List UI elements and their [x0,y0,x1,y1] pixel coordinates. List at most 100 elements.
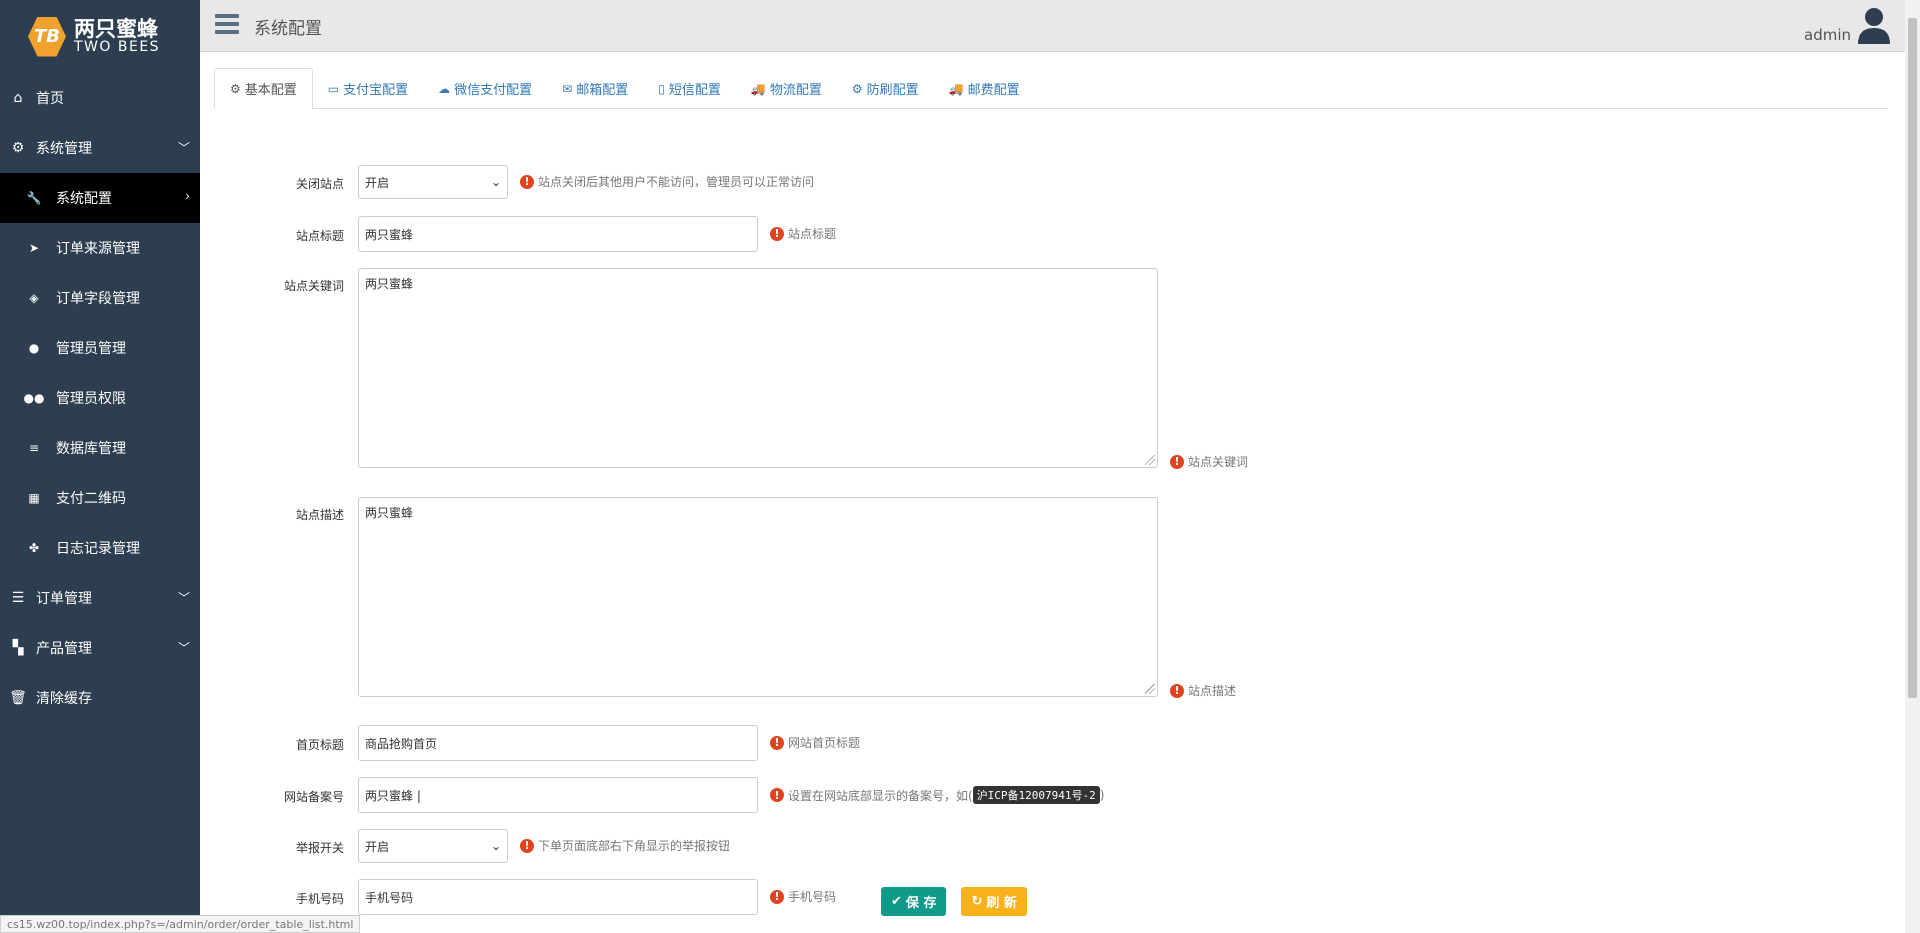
brand-name-en: TWO BEES [74,39,161,56]
sidebar-item-payment-qr[interactable]: ▦ 支付二维码 [0,473,200,523]
sidebar-item-database[interactable]: ≡ 数据库管理 [0,423,200,473]
sidebar-item-label: 管理员权限 [56,391,126,407]
sidebar-item-system-management[interactable]: ⚙ 系统管理 ﹀ [0,123,200,173]
form-row-close-site: 关闭站点 开启 ⌄ ! 站点关闭后其他用户不能访问，管理员可以正常访问 [200,165,814,199]
tab-anti-spam-config[interactable]: ⚙ 防刷配置 [837,68,934,109]
sidebar-item-order-management[interactable]: ☰ 订单管理 ﹀ [0,573,200,623]
sidebar-item-system-config[interactable]: 🔧 系统配置 › [0,173,200,223]
home-title-input[interactable]: 商品抢购首页 [358,725,758,761]
truck-icon: 🚚 [948,81,964,96]
chevron-right-icon: › [185,189,190,203]
site-keywords-label: 站点关键词 [283,279,344,293]
site-title-label: 站点标题 [295,229,344,243]
icp-label: 网站备案号 [283,790,344,804]
form-row-site-desc: 站点描述 两只蜜蜂 ! 站点描述 [200,497,1236,699]
sidebar-item-order-fields[interactable]: ◈ 订单字段管理 [0,273,200,323]
close-site-select[interactable]: 开启 ⌄ [358,165,508,199]
sidebar-item-label: 首页 [36,91,64,107]
sidebar-item-label: 系统管理 [36,141,92,157]
resize-handle-icon[interactable] [1145,455,1155,465]
tab-basic-config[interactable]: ⚙ 基本配置 [214,68,313,109]
logo[interactable]: TB 两只蜜蜂 TWO BEES [0,0,200,73]
check-circle-icon: ✔ [891,894,902,909]
tab-logistics-config[interactable]: 🚚 物流配置 [736,68,837,109]
site-desc-hint: ! 站点描述 [1170,682,1236,699]
tab-sms-config[interactable]: ▯ 短信配置 [643,68,736,109]
credit-card-icon: ▭ [327,81,340,96]
close-site-label: 关闭站点 [295,177,344,191]
sidebar-item-admin-permissions[interactable]: ●● 管理员权限 [0,373,200,423]
chevron-down-icon: ⌄ [490,175,501,189]
wrench-icon: 🔧 [26,191,42,205]
sidebar-item-product-management[interactable]: ▚ 产品管理 ﹀ [0,623,200,673]
sidebar-item-label: 日志记录管理 [56,541,140,557]
resize-handle-icon[interactable] [1145,684,1155,694]
tab-email-config[interactable]: ✉ 邮箱配置 [547,68,643,109]
warning-icon: ! [770,226,784,241]
form-row-site-title: 站点标题 两只蜜蜂 ! 站点标题 [200,216,836,252]
sidebar-item-order-source[interactable]: ➤ 订单来源管理 [0,223,200,273]
site-keywords-textarea[interactable]: 两只蜜蜂 [358,268,1158,468]
warning-icon: ! [1170,454,1184,469]
save-button[interactable]: ✔ 保 存 [881,887,947,916]
tab-postage-config[interactable]: 🚚 邮费配置 [934,68,1035,109]
tab-wechat-pay-config[interactable]: ☁ 微信支付配置 [423,68,547,109]
phone-input[interactable]: 手机号码 [358,879,758,915]
username: admin [1804,26,1851,44]
trash-icon: 🗑 [9,690,27,706]
form-row-site-keywords: 站点关键词 两只蜜蜂 ! 站点关键词 [200,268,1248,470]
sidebar-item-label: 产品管理 [36,641,92,657]
report-select[interactable]: 开启 ⌄ [358,829,508,863]
vertical-scrollbar[interactable] [1905,0,1920,933]
user-icon: ● [28,341,40,355]
warning-icon: ! [520,838,534,853]
chevron-down-icon: ﹀ [177,141,190,155]
warning-icon: ! [770,788,784,802]
icp-input[interactable]: 两只蜜蜂 | [358,777,758,813]
icp-hint: ! 设置在网站底部显示的备案号，如(沪ICP备12007941号-2) [770,786,1104,804]
mobile-icon: ▯ [658,81,665,96]
home-icon: ⌂ [13,90,23,106]
grid-icon: ▚ [12,640,24,656]
icp-example-code: 沪ICP备12007941号-2 [972,786,1100,804]
report-hint: ! 下单页面底部右下角显示的举报按钮 [520,837,730,854]
truck-icon: 🚚 [750,81,766,96]
site-keywords-hint: ! 站点关键词 [1170,453,1248,470]
gears-icon: ⚙ [230,81,241,96]
sidebar-item-logs[interactable]: ✤ 日志记录管理 [0,523,200,573]
envelope-icon: ✉ [562,81,573,96]
sidebar-item-label: 支付二维码 [56,491,126,507]
page-title: 系统配置 [254,19,322,39]
form-row-phone: 手机号码 手机号码 ! 手机号码 ✔ 保 存 ↻ 刷 新 [200,879,1027,916]
warning-icon: ! [1170,683,1184,698]
site-title-hint: ! 站点标题 [770,225,836,242]
sidebar-item-label: 订单字段管理 [56,291,140,307]
list-icon: ☰ [11,590,25,606]
chevron-down-icon: ⌄ [490,839,501,853]
sidebar-item-clear-cache[interactable]: 🗑 清除缓存 [0,673,200,723]
tab-alipay-config[interactable]: ▭ 支付宝配置 [313,68,423,109]
sidebar-item-admins[interactable]: ● 管理员管理 [0,323,200,373]
sidebar-item-label: 管理员管理 [56,341,126,357]
database-icon: ≡ [28,441,40,455]
site-desc-textarea[interactable]: 两只蜜蜂 [358,497,1158,697]
user-avatar-icon [1858,8,1890,44]
warning-icon: ! [520,174,534,189]
status-bar-url: cs15.wz00.top/index.php?s=/admin/order/o… [0,915,361,933]
sidebar-item-home[interactable]: ⌂ 首页 [0,73,200,123]
gear-icon: ⚙ [851,81,863,96]
qrcode-icon: ▦ [28,491,40,505]
paw-icon: ✤ [28,541,40,555]
user-menu[interactable]: admin [1804,6,1891,44]
hamburger-menu-icon[interactable] [215,14,239,34]
sidebar-item-label: 订单管理 [36,591,92,607]
chevron-down-icon: ﹀ [177,591,190,605]
site-title-input[interactable]: 两只蜜蜂 [358,216,758,252]
users-icon: ●● [23,391,45,405]
refresh-icon: ↻ [971,894,983,909]
location-arrow-icon: ➤ [28,241,40,255]
refresh-button[interactable]: ↻ 刷 新 [961,887,1027,916]
bee-logo-icon: TB [28,16,66,57]
form-row-report: 举报开关 开启 ⌄ ! 下单页面底部右下角显示的举报按钮 [200,829,730,863]
close-site-hint: ! 站点关闭后其他用户不能访问，管理员可以正常访问 [520,173,814,190]
